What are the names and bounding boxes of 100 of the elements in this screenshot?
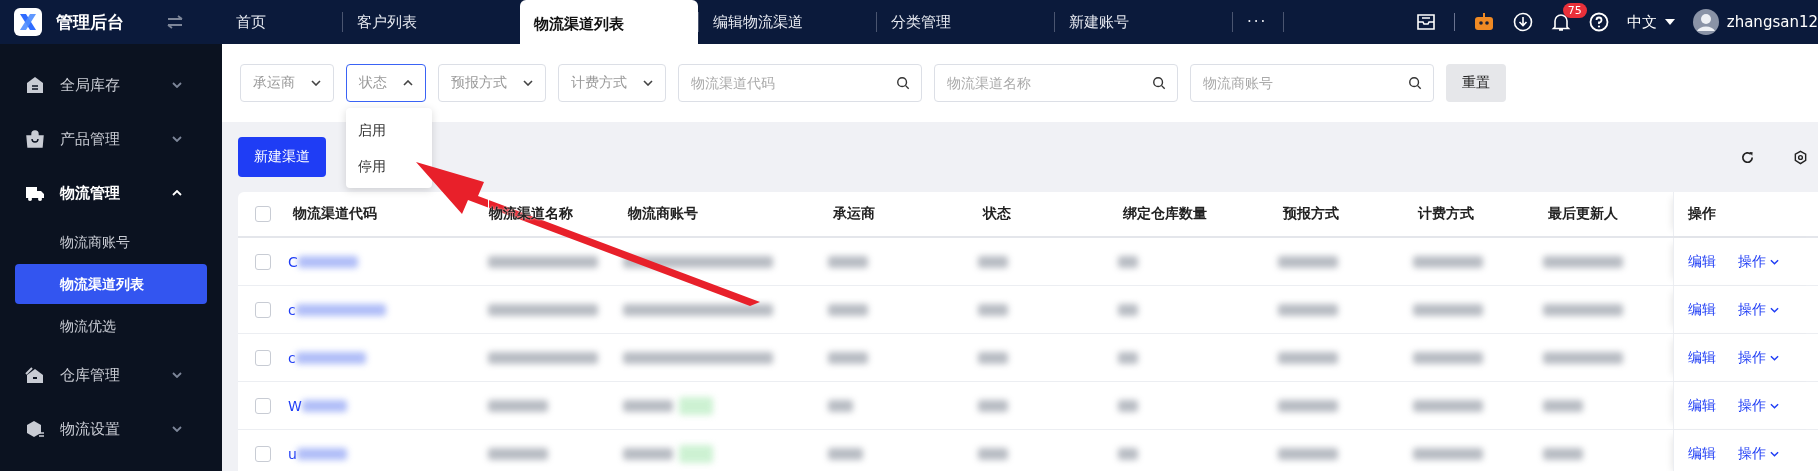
house-icon: [25, 365, 45, 385]
channel-code-link[interactable]: u: [288, 445, 297, 462]
edit-link[interactable]: 编辑: [1688, 252, 1716, 271]
redacted-text: [1118, 399, 1138, 412]
channel-code-link[interactable]: C: [288, 253, 298, 270]
edit-link[interactable]: 编辑: [1688, 396, 1716, 415]
bag-icon: [25, 129, 45, 149]
avatar-icon[interactable]: [1692, 9, 1719, 35]
dropdown-option[interactable]: 启用: [346, 112, 432, 148]
tab[interactable]: ···: [1232, 12, 1285, 32]
channel-code-link[interactable]: c: [288, 301, 296, 318]
redacted-text: [978, 303, 1008, 316]
chevron-icon: [1770, 306, 1779, 313]
redacted-text: [623, 399, 673, 412]
sidebar-subitem[interactable]: 物流渠道列表: [15, 264, 207, 304]
chevron-icon: [403, 80, 413, 86]
tab[interactable]: 编辑物流渠道: [698, 12, 876, 32]
search-icon: [896, 76, 910, 90]
caret-icon: [1664, 19, 1675, 25]
language-select[interactable]: 中文: [1626, 12, 1675, 32]
edit-link[interactable]: 编辑: [1688, 444, 1716, 463]
redacted-text: [1543, 399, 1583, 412]
sidebar-item[interactable]: 物流管理: [0, 166, 222, 220]
column-header: 预报方式: [1278, 192, 1413, 236]
bell-icon[interactable]: [1550, 12, 1571, 32]
search-field[interactable]: 物流渠道名称: [934, 64, 1178, 102]
tab[interactable]: 分类管理: [876, 12, 1054, 32]
tab[interactable]: 物流渠道列表: [520, 0, 698, 44]
redacted-text: [828, 255, 868, 268]
redacted-text: [1413, 303, 1483, 316]
redacted-text: [1413, 255, 1483, 268]
redacted-text: [978, 351, 1008, 364]
reset-button[interactable]: 重置: [1446, 64, 1506, 102]
redacted-text: [1278, 447, 1338, 460]
checkbox[interactable]: [255, 445, 271, 462]
redacted-text: [295, 351, 366, 364]
user-name[interactable]: zhangsan12: [1726, 13, 1818, 31]
dropdown-option[interactable]: 停用: [346, 148, 432, 184]
robot-icon[interactable]: [1472, 12, 1495, 32]
actions-dropdown[interactable]: 操作: [1738, 348, 1779, 367]
column-header: 操作: [1673, 192, 1818, 236]
chevron-icon: [172, 82, 182, 88]
sidebar-item[interactable]: 产品管理: [0, 112, 222, 166]
channel-code-link[interactable]: W: [288, 397, 302, 414]
redacted-text: [296, 447, 347, 460]
help-icon[interactable]: [1588, 12, 1609, 32]
download-icon[interactable]: [1512, 12, 1533, 32]
redacted-text: [301, 399, 347, 412]
redacted-text: [1278, 255, 1338, 268]
actions-dropdown[interactable]: 操作: [1738, 252, 1779, 271]
tab[interactable]: 首页: [222, 12, 342, 32]
logo-icon: [14, 8, 42, 36]
settings-icon[interactable]: [1793, 149, 1808, 165]
inbox-icon[interactable]: [1415, 13, 1436, 31]
notification-badge: 75: [1562, 3, 1587, 18]
redacted-text: [1118, 447, 1138, 460]
search-icon: [1408, 76, 1422, 90]
sidebar-subitem[interactable]: 物流商账号: [15, 222, 207, 262]
redacted-text: [828, 399, 853, 412]
search-field[interactable]: 物流渠道代码: [678, 64, 922, 102]
redacted-text: [1413, 351, 1483, 364]
column-header: 承运商: [828, 192, 978, 236]
sidebar-item[interactable]: 全局库存: [0, 58, 222, 112]
actions-dropdown[interactable]: 操作: [1738, 444, 1779, 463]
checkbox[interactable]: [255, 397, 271, 414]
sidebar-item[interactable]: 物流设置: [0, 402, 222, 456]
collapse-icon[interactable]: [166, 15, 184, 29]
chevron-icon: [1770, 354, 1779, 361]
chevron-icon: [172, 372, 182, 378]
checkbox[interactable]: [255, 301, 271, 318]
edit-link[interactable]: 编辑: [1688, 348, 1716, 367]
column-header: 计费方式: [1413, 192, 1543, 236]
search-field[interactable]: 物流商账号: [1190, 64, 1434, 102]
redacted-text: [978, 399, 1008, 412]
actions-dropdown[interactable]: 操作: [1738, 396, 1779, 415]
refresh-icon[interactable]: [1740, 149, 1755, 165]
house-icon: [25, 75, 45, 95]
sidebar-subitem[interactable]: 物流优选: [15, 306, 207, 346]
box-icon: [25, 419, 45, 439]
channel-code-link[interactable]: c: [288, 349, 296, 366]
column-header: 绑定仓库数量: [1118, 192, 1278, 236]
redacted-text: [1118, 351, 1138, 364]
actions-dropdown[interactable]: 操作: [1738, 300, 1779, 319]
redacted-text: [1278, 351, 1338, 364]
redacted-text: [828, 351, 868, 364]
redacted-text: [1118, 303, 1138, 316]
checkbox[interactable]: [255, 349, 271, 366]
redacted-text: [488, 399, 548, 412]
chevron-icon: [1770, 258, 1779, 265]
checkbox[interactable]: [255, 253, 271, 270]
column-header: 物流商账号: [623, 192, 828, 236]
redacted-text: [488, 447, 548, 460]
edit-link[interactable]: 编辑: [1688, 300, 1716, 319]
checkbox[interactable]: [255, 206, 271, 222]
redacted-text: [1278, 303, 1338, 316]
column-header: 状态: [978, 192, 1118, 236]
redacted-text: [297, 255, 358, 268]
new-channel-button[interactable]: 新建渠道: [238, 137, 326, 177]
sidebar-item[interactable]: 仓库管理: [0, 348, 222, 402]
tab[interactable]: 新建账号: [1054, 12, 1232, 32]
